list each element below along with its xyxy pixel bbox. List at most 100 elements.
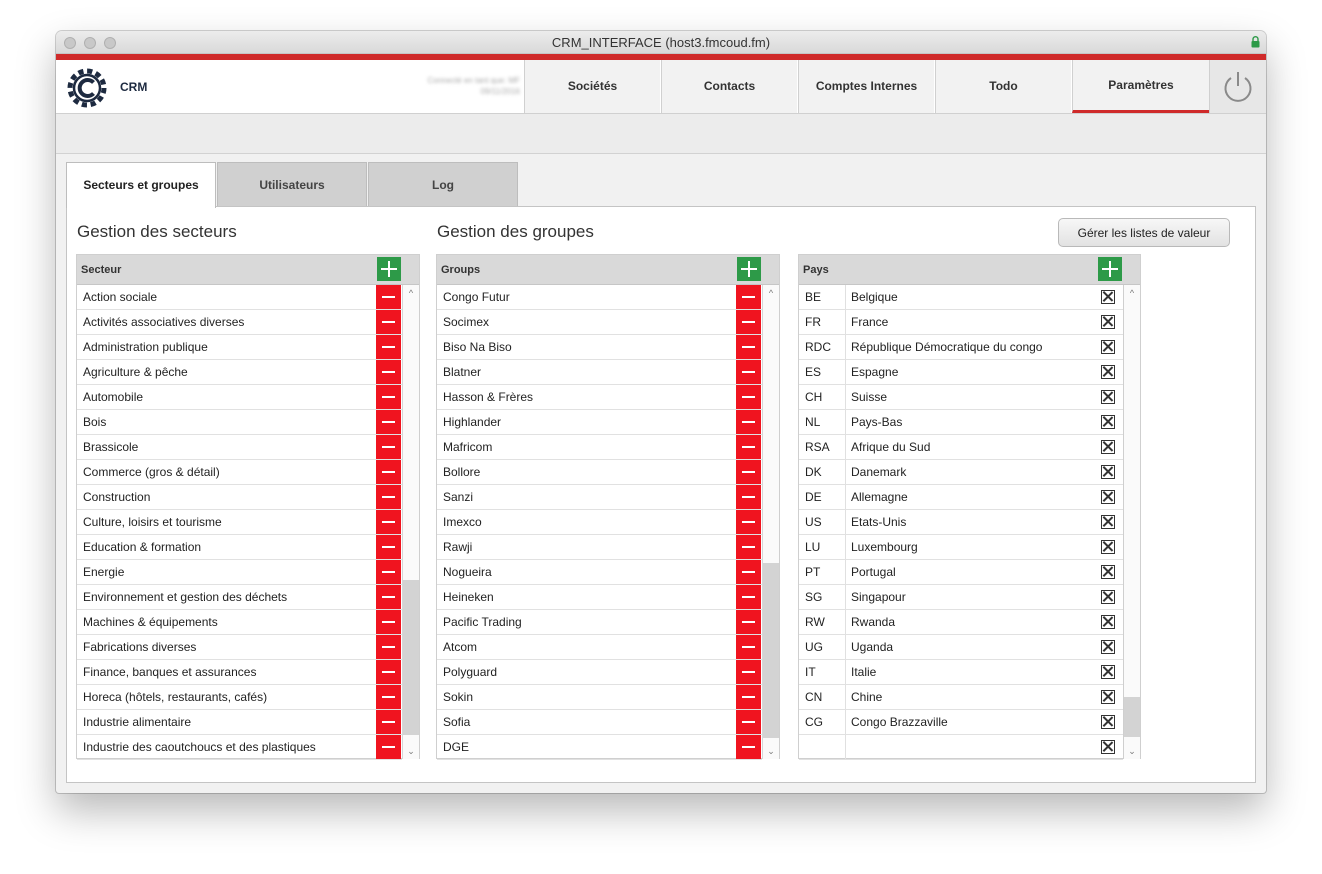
- group-row[interactable]: Congo Futur: [437, 285, 762, 310]
- secteur-row[interactable]: Fabrications diverses: [77, 635, 402, 660]
- delete-secteur-button[interactable]: [376, 360, 401, 384]
- secteur-row[interactable]: Environnement et gestion des déchets: [77, 585, 402, 610]
- secteur-row[interactable]: Construction: [77, 485, 402, 510]
- delete-pays-icon[interactable]: [1101, 315, 1115, 329]
- pays-row[interactable]: CG Congo Brazzaville: [799, 710, 1123, 735]
- delete-pays-icon[interactable]: [1101, 540, 1115, 554]
- delete-group-button[interactable]: [736, 735, 761, 759]
- delete-group-button[interactable]: [736, 560, 761, 584]
- secteur-row[interactable]: Finance, banques et assurances: [77, 660, 402, 685]
- group-row[interactable]: DGE: [437, 735, 762, 760]
- pays-row[interactable]: DE Allemagne: [799, 485, 1123, 510]
- logout-button[interactable]: [1209, 60, 1266, 113]
- pays-row[interactable]: BE Belgique: [799, 285, 1123, 310]
- pays-row[interactable]: RDC République Démocratique du congo: [799, 335, 1123, 360]
- delete-group-button[interactable]: [736, 685, 761, 709]
- scroll-up-icon[interactable]: ^: [763, 286, 779, 300]
- delete-secteur-button[interactable]: [376, 535, 401, 559]
- pays-row[interactable]: PT Portugal: [799, 560, 1123, 585]
- delete-pays-icon[interactable]: [1101, 615, 1115, 629]
- pays-row[interactable]: NL Pays-Bas: [799, 410, 1123, 435]
- delete-group-button[interactable]: [736, 635, 761, 659]
- groupes-scrollbar[interactable]: ^ ⌄: [762, 285, 779, 759]
- group-row[interactable]: Heineken: [437, 585, 762, 610]
- delete-pays-icon[interactable]: [1101, 665, 1115, 679]
- pays-scrollbar[interactable]: ^ ⌄: [1123, 285, 1140, 759]
- add-secteur-button[interactable]: [377, 257, 401, 281]
- secteur-row[interactable]: Activités associatives diverses: [77, 310, 402, 335]
- delete-secteur-button[interactable]: [376, 710, 401, 734]
- delete-pays-icon[interactable]: [1101, 440, 1115, 454]
- delete-pays-icon[interactable]: [1101, 715, 1115, 729]
- group-row[interactable]: Socimex: [437, 310, 762, 335]
- delete-secteur-button[interactable]: [376, 660, 401, 684]
- scroll-up-icon[interactable]: ^: [403, 286, 419, 300]
- group-row[interactable]: Imexco: [437, 510, 762, 535]
- delete-pays-icon[interactable]: [1101, 290, 1115, 304]
- secteur-row[interactable]: Commerce (gros & détail): [77, 460, 402, 485]
- delete-pays-icon[interactable]: [1101, 640, 1115, 654]
- group-row[interactable]: Mafricom: [437, 435, 762, 460]
- pays-row[interactable]: ES Espagne: [799, 360, 1123, 385]
- secteur-row[interactable]: Brassicole: [77, 435, 402, 460]
- delete-secteur-button[interactable]: [376, 585, 401, 609]
- delete-pays-icon[interactable]: [1101, 340, 1115, 354]
- delete-secteur-button[interactable]: [376, 610, 401, 634]
- secteurs-scrollbar[interactable]: ^ ⌄: [402, 285, 419, 759]
- delete-group-button[interactable]: [736, 585, 761, 609]
- pays-scroll-thumb[interactable]: [1124, 697, 1140, 737]
- secteur-row[interactable]: Action sociale: [77, 285, 402, 310]
- group-row[interactable]: Bollore: [437, 460, 762, 485]
- delete-group-button[interactable]: [736, 310, 761, 334]
- pays-row[interactable]: CH Suisse: [799, 385, 1123, 410]
- delete-secteur-button[interactable]: [376, 510, 401, 534]
- delete-pays-icon[interactable]: [1101, 690, 1115, 704]
- delete-group-button[interactable]: [736, 485, 761, 509]
- group-row[interactable]: Pacific Trading: [437, 610, 762, 635]
- pays-row[interactable]: RSA Afrique du Sud: [799, 435, 1123, 460]
- minimize-window-button[interactable]: [84, 37, 96, 49]
- pays-row[interactable]: SG Singapour: [799, 585, 1123, 610]
- delete-group-button[interactable]: [736, 610, 761, 634]
- delete-pays-icon[interactable]: [1101, 415, 1115, 429]
- group-row[interactable]: Nogueira: [437, 560, 762, 585]
- delete-secteur-button[interactable]: [376, 685, 401, 709]
- tab-log[interactable]: Log: [368, 162, 518, 207]
- delete-group-button[interactable]: [736, 710, 761, 734]
- group-row[interactable]: Highlander: [437, 410, 762, 435]
- delete-group-button[interactable]: [736, 385, 761, 409]
- delete-group-button[interactable]: [736, 360, 761, 384]
- pays-row[interactable]: US Etats-Unis: [799, 510, 1123, 535]
- tab-utilisateurs[interactable]: Utilisateurs: [217, 162, 367, 207]
- secteur-row[interactable]: Machines & équipements: [77, 610, 402, 635]
- delete-secteur-button[interactable]: [376, 560, 401, 584]
- delete-group-button[interactable]: [736, 410, 761, 434]
- scroll-down-icon[interactable]: ⌄: [403, 744, 419, 758]
- delete-secteur-button[interactable]: [376, 460, 401, 484]
- secteur-row[interactable]: Horeca (hôtels, restaurants, cafés): [77, 685, 402, 710]
- secteurs-scroll-thumb[interactable]: [403, 580, 419, 735]
- nav-contacts[interactable]: Contacts: [661, 60, 797, 113]
- delete-secteur-button[interactable]: [376, 735, 401, 759]
- scroll-down-icon[interactable]: ⌄: [1124, 744, 1140, 758]
- group-row[interactable]: Sanzi: [437, 485, 762, 510]
- secteur-row[interactable]: Culture, loisirs et tourisme: [77, 510, 402, 535]
- group-row[interactable]: Rawji: [437, 535, 762, 560]
- delete-group-button[interactable]: [736, 335, 761, 359]
- pays-row[interactable]: FR France: [799, 310, 1123, 335]
- secteur-row[interactable]: Industrie alimentaire: [77, 710, 402, 735]
- delete-secteur-button[interactable]: [376, 435, 401, 459]
- pays-row[interactable]: [799, 735, 1123, 760]
- delete-secteur-button[interactable]: [376, 335, 401, 359]
- groupes-scroll-thumb[interactable]: [763, 563, 779, 738]
- secteur-row[interactable]: Agriculture & pêche: [77, 360, 402, 385]
- secteur-row[interactable]: Energie: [77, 560, 402, 585]
- delete-pays-icon[interactable]: [1101, 465, 1115, 479]
- secteur-row[interactable]: Education & formation: [77, 535, 402, 560]
- nav-todo[interactable]: Todo: [935, 60, 1071, 113]
- nav-societes[interactable]: Sociétés: [524, 60, 660, 113]
- add-group-button[interactable]: [737, 257, 761, 281]
- delete-pays-icon[interactable]: [1101, 490, 1115, 504]
- delete-pays-icon[interactable]: [1101, 565, 1115, 579]
- pays-row[interactable]: UG Uganda: [799, 635, 1123, 660]
